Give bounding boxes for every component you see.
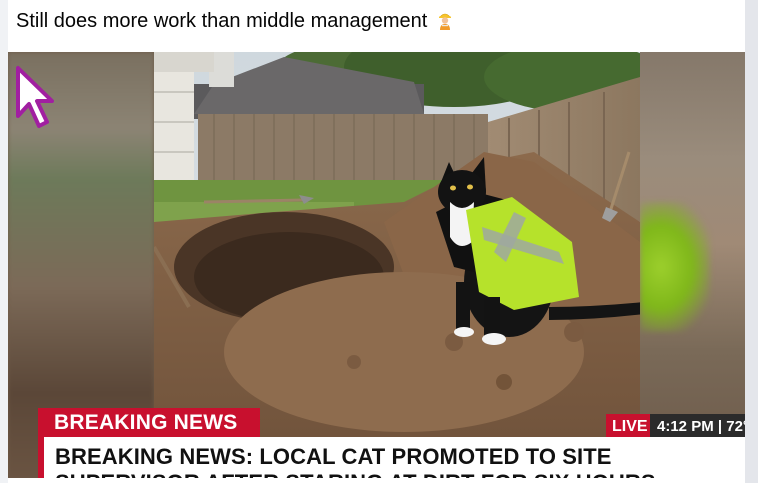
time-weather-readout: 4:12 PM | 72° bbox=[650, 414, 745, 438]
breaking-news-tag: BREAKING NEWS bbox=[38, 408, 260, 437]
post-media-image[interactable]: BREAKING NEWS LIVE 4:12 PM | 72° BREAKIN… bbox=[8, 52, 745, 478]
headline-line-1: BREAKING NEWS: LOCAL CAT PROMOTED TO SIT… bbox=[55, 444, 612, 469]
headline-line-2: SUPERVISOR AFTER STARING AT DIRT FOR SIX… bbox=[55, 470, 745, 478]
post-caption-text: Still does more work than middle managem… bbox=[16, 10, 428, 32]
pointer-cursor-icon bbox=[16, 66, 54, 128]
feed-gutter bbox=[745, 0, 758, 483]
construction-worker-emoji-icon bbox=[438, 13, 451, 30]
post-caption: Still does more work than middle managem… bbox=[16, 8, 453, 34]
news-headline: BREAKING NEWS: LOCAL CAT PROMOTED TO SIT… bbox=[38, 437, 745, 478]
live-badge: LIVE bbox=[606, 414, 654, 438]
